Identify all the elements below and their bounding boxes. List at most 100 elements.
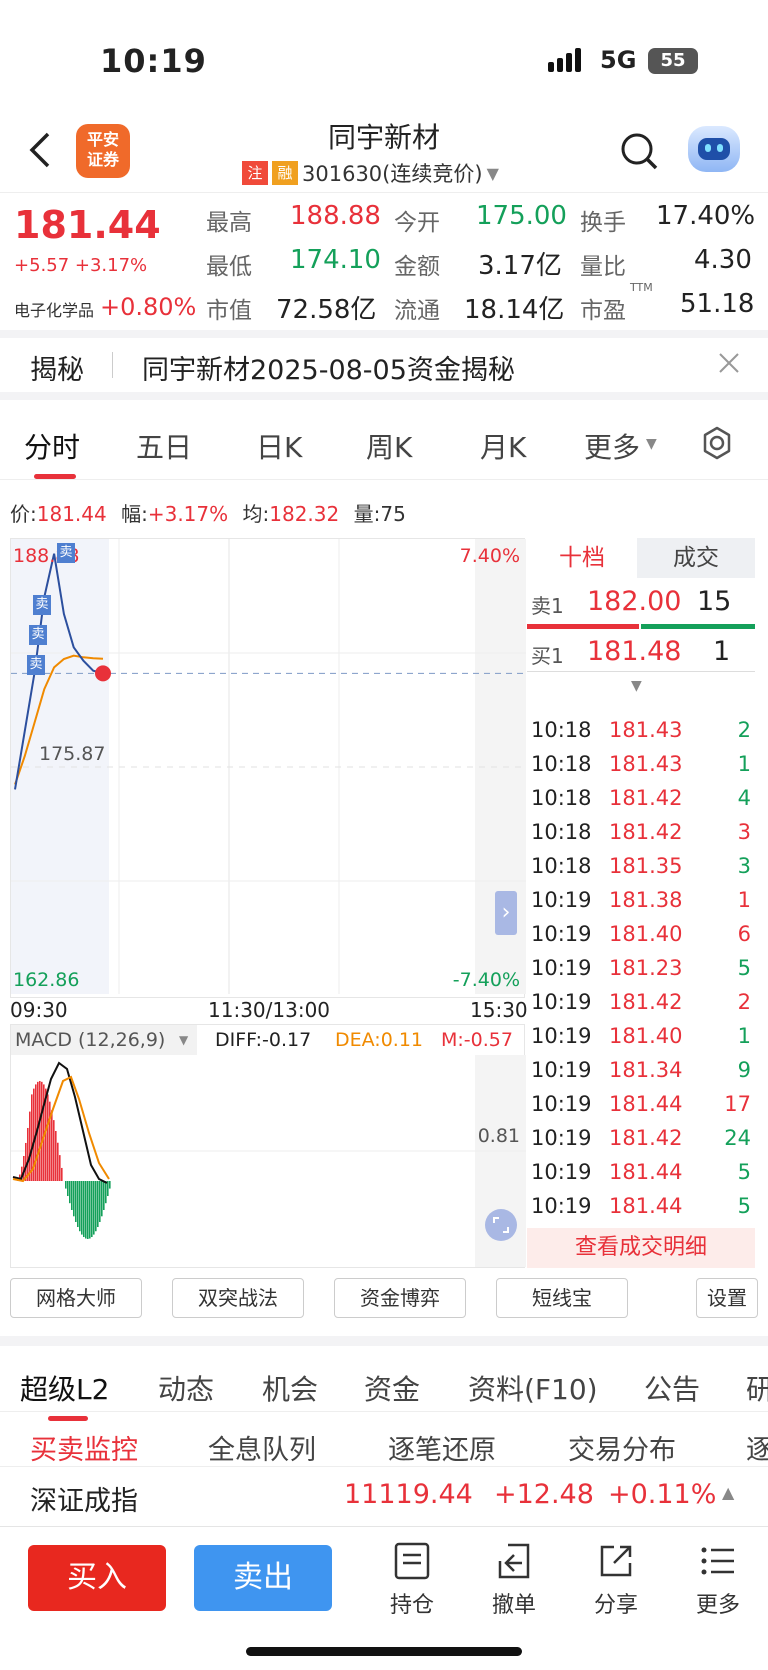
sell-marker[interactable]: 卖 (27, 655, 45, 675)
sell-button[interactable]: 卖出 (194, 1545, 332, 1611)
macd-bar (67, 1181, 69, 1197)
fund-reveal-bar[interactable]: 揭秘 同宇新材2025-08-05资金揭秘 (0, 330, 768, 400)
expand-chart-icon[interactable] (485, 1209, 517, 1241)
tab-research[interactable]: 研 (746, 1368, 768, 1408)
nav-share[interactable]: 分享 (576, 1541, 656, 1619)
macd-bar (61, 1167, 63, 1181)
fund-game-button[interactable]: 资金博弈 (334, 1278, 466, 1318)
sell-marker[interactable]: 卖 (57, 543, 75, 563)
label-market-cap: 市值 (206, 298, 252, 324)
macd-selector[interactable]: MACD (12,26,9) (15, 1029, 165, 1051)
tab-five-day[interactable]: 五日 (136, 426, 192, 466)
trade-volume: 17 (724, 1092, 751, 1116)
bid-label: 买1 (531, 644, 564, 668)
nav-cancel-order[interactable]: 撤单 (474, 1541, 554, 1619)
cancel-order-icon (498, 1543, 530, 1579)
network-type: 5G (600, 46, 637, 74)
intraday-chart[interactable]: 188.88 175.87 162.86 7.40% -7.40% 卖 卖 卖 … (10, 538, 526, 998)
macd-bar (29, 1111, 31, 1181)
search-icon[interactable] (620, 132, 660, 172)
gear-icon[interactable] (700, 426, 734, 460)
view-trade-detail-button[interactable]: 查看成交明细 (527, 1228, 755, 1268)
financing-tag: 融 (272, 161, 298, 185)
label-high: 最高 (206, 210, 252, 236)
label-turnover: 换手 (580, 210, 626, 236)
info-avg-label: 均: (242, 502, 270, 526)
trade-time: 10:18 (531, 752, 592, 776)
ai-assistant-icon[interactable] (688, 126, 740, 172)
value-float-cap: 18.14亿 (464, 295, 565, 325)
macd-bar (55, 1131, 57, 1181)
tab-intraday[interactable]: 分时 (24, 426, 80, 466)
macd-axis-label: 0.81 (477, 1125, 520, 1147)
info-vol-label: 量: (353, 502, 381, 526)
tab-funds[interactable]: 资金 (364, 1368, 420, 1408)
subtab-buy-sell-monitor[interactable]: 买卖监控 (30, 1428, 138, 1467)
grid-master-button[interactable]: 网格大师 (10, 1278, 142, 1318)
trade-price: 181.44 (609, 1092, 683, 1116)
nav-more[interactable]: 更多 (678, 1541, 758, 1619)
double-breakout-button[interactable]: 双突战法 (172, 1278, 304, 1318)
tab-opportunity[interactable]: 机会 (262, 1368, 318, 1408)
reveal-text: 同宇新材2025-08-05资金揭秘 (142, 355, 515, 386)
subtab-tick-replay[interactable]: 逐笔还原 (388, 1428, 496, 1467)
value-turnover: 17.40% (656, 201, 756, 231)
subtab-full-queue[interactable]: 全息队列 (208, 1428, 316, 1467)
trade-time: 10:19 (531, 1126, 592, 1150)
label-open: 今开 (394, 210, 440, 236)
close-icon[interactable] (718, 352, 740, 374)
period-tabs: 分时 五日 日K 周K 月K 更多 ▼ (0, 408, 768, 480)
trade-price: 181.42 (609, 1126, 683, 1150)
tab-trades[interactable]: 成交 (637, 538, 755, 578)
macd-bar (65, 1181, 67, 1189)
macd-bar (97, 1181, 99, 1228)
tab-daily-k[interactable]: 日K (256, 426, 302, 466)
macd-bar (93, 1181, 95, 1235)
tab-super-l2[interactable]: 超级L2 (20, 1368, 109, 1408)
sell-marker[interactable]: 卖 (29, 625, 47, 645)
short-term-button[interactable]: 短线宝 (496, 1278, 628, 1318)
trade-price: 181.42 (609, 786, 683, 810)
sell-marker[interactable]: 卖 (33, 595, 51, 615)
trade-row: 10:19 181.34 9 (531, 1058, 755, 1090)
info-vol: 75 (380, 502, 406, 526)
macd-dropdown-icon: ▼ (179, 1033, 189, 1047)
bottom-bar: 买入 卖出 持仓 撤单 分享 更多 (0, 1526, 768, 1670)
trade-time: 10:19 (531, 1194, 592, 1218)
subtab-more[interactable]: 逐 (746, 1428, 768, 1467)
trade-volume: 1 (737, 752, 751, 776)
macd-bar (25, 1142, 27, 1181)
menu-icon (701, 1547, 734, 1575)
macd-bar (83, 1181, 85, 1238)
tab-weekly-k[interactable]: 周K (366, 426, 412, 466)
trade-row: 10:18 181.43 2 (531, 718, 755, 750)
status-bar: 10:19 5G 55 (0, 0, 768, 110)
tab-news[interactable]: 动态 (158, 1368, 214, 1408)
tab-f10[interactable]: 资料(F10) (468, 1368, 598, 1408)
index-ticker[interactable]: 深证成指 11119.44 +12.48 +0.11% ▲ (0, 1466, 768, 1524)
trade-volume: 1 (737, 1024, 751, 1048)
value-pe: 51.18 (680, 289, 755, 319)
label-volume-ratio: 量比 (580, 254, 626, 280)
buy-button[interactable]: 买入 (28, 1545, 166, 1611)
macd-panel[interactable]: MACD (12,26,9) ▼ DIFF:-0.17 DEA:0.11 M:-… (10, 1024, 526, 1268)
trade-time: 10:19 (531, 1160, 592, 1184)
sector-name[interactable]: 电子化学品 (14, 297, 94, 321)
expand-up-icon[interactable]: ▲ (722, 1483, 734, 1502)
subtab-trade-distribution[interactable]: 交易分布 (568, 1428, 676, 1467)
expand-down-icon[interactable]: ▼ (631, 678, 642, 694)
tools-settings-button[interactable]: 设置 (696, 1278, 758, 1318)
macd-bar (69, 1181, 71, 1204)
tab-monthly-k[interactable]: 月K (480, 426, 526, 466)
tab-announcements[interactable]: 公告 (644, 1368, 700, 1408)
stock-code-line[interactable]: 注 融 301630(连续竞价) ▼ (242, 158, 499, 188)
info-price: 181.44 (36, 502, 107, 526)
tab-ten-levels[interactable]: 十档 (527, 538, 637, 578)
time-mid: 11:30/13:00 (208, 998, 331, 1022)
expand-arrow-icon[interactable]: › (495, 891, 517, 935)
tab-more[interactable]: 更多 (584, 426, 640, 466)
nav-positions[interactable]: 持仓 (372, 1541, 452, 1619)
info-amp: +3.17% (147, 502, 229, 526)
price-change: +5.57 +3.17% (14, 255, 148, 276)
macd-chart (11, 1055, 526, 1267)
